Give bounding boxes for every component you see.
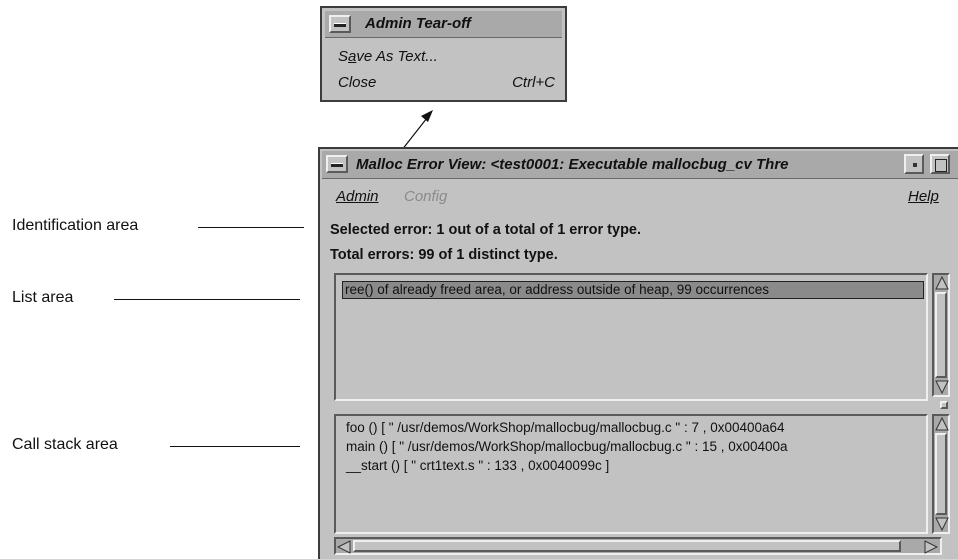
total-errors-text: Total errors: 99 of 1 distinct type. (330, 247, 558, 263)
minimize-icon[interactable] (904, 154, 924, 174)
call-stack-line[interactable]: foo () [ " /usr/demos/WorkShop/mallocbug… (346, 420, 785, 435)
window-titlebar[interactable]: Malloc Error View: <test0001: Executable… (322, 151, 958, 179)
selected-error-text: Selected error: 1 out of a total of 1 er… (330, 222, 642, 238)
scroll-right-icon[interactable] (924, 540, 938, 554)
window-menu-icon[interactable] (326, 155, 348, 173)
menu-help-label: Help (908, 188, 939, 205)
menu-config[interactable]: Config (404, 188, 447, 205)
list-scroll-thumb[interactable] (935, 292, 947, 378)
list-vertical-scrollbar[interactable] (932, 273, 950, 397)
scroll-up-icon[interactable] (935, 417, 949, 431)
callstack-vertical-scrollbar[interactable] (932, 414, 950, 534)
scroll-down-icon[interactable] (935, 380, 949, 394)
window-title: Malloc Error View: <test0001: Executable… (356, 156, 789, 173)
call-stack-list: foo () [ " /usr/demos/WorkShop/mallocbug… (334, 414, 928, 534)
admin-tearoff-window: Admin Tear-off Save As Text... Close Ctr… (320, 6, 567, 102)
error-list: ree() of already freed area, or address … (334, 273, 928, 401)
save-as-text-label: ve As Text... (356, 48, 438, 65)
scroll-up-icon[interactable] (935, 276, 949, 290)
horizontal-scroll-thumb[interactable] (353, 540, 901, 552)
call-stack-line[interactable]: main () [ " /usr/demos/WorkShop/mallocbu… (346, 439, 788, 454)
pane-sash-handle[interactable] (940, 401, 948, 409)
menu-item-close[interactable]: Close Ctrl+C (338, 74, 555, 91)
window-menu-icon[interactable] (329, 15, 351, 33)
menu-config-label: Config (404, 188, 448, 205)
list-item[interactable]: ree() of already freed area, or address … (342, 281, 924, 299)
callstack-horizontal-scrollbar[interactable] (334, 537, 942, 555)
menu-item-save-as-text[interactable]: Save As Text... (338, 48, 555, 65)
tearoff-title: Admin Tear-off (365, 15, 471, 32)
maximize-icon[interactable] (930, 154, 950, 174)
malloc-error-view-window: Malloc Error View: <test0001: Executable… (318, 147, 958, 559)
tearoff-titlebar[interactable]: Admin Tear-off (325, 11, 562, 38)
menu-admin-label: Admin (336, 188, 379, 205)
menu-admin[interactable]: Admin (336, 188, 379, 205)
menubar: Admin Config Help (322, 182, 958, 210)
scroll-down-icon[interactable] (935, 517, 949, 531)
close-label: Close (338, 74, 377, 91)
save-as-text-prefix: S (338, 48, 349, 65)
callstack-scroll-thumb[interactable] (935, 433, 947, 515)
scroll-left-icon[interactable] (337, 540, 351, 554)
close-accelerator: Ctrl+C (512, 74, 555, 91)
menu-help[interactable]: Help (908, 188, 939, 205)
call-stack-line[interactable]: __start () [ " crt1text.s " : 133 , 0x00… (346, 458, 609, 473)
